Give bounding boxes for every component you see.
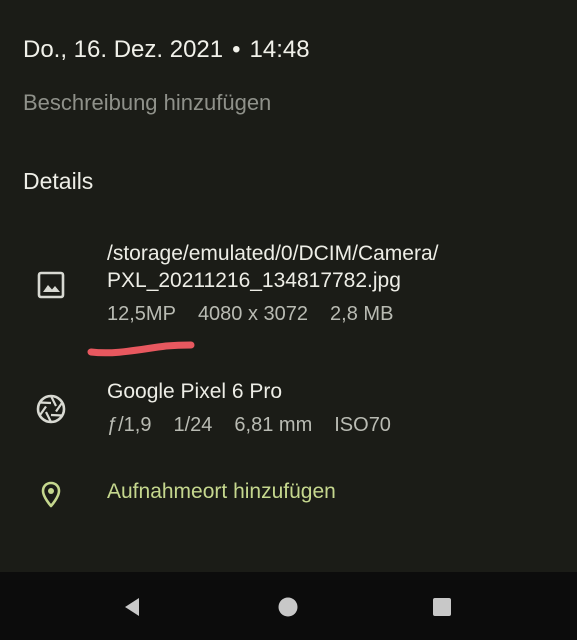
file-size: 2,8 MB — [330, 303, 394, 325]
add-location-link[interactable]: Aufnahmeort hinzufügen — [107, 480, 567, 504]
photo-time: 14:48 — [249, 36, 310, 63]
location-pin-icon — [34, 478, 68, 512]
details-heading: Details — [23, 168, 94, 194]
file-resolution: 4080 x 3072 — [197, 303, 309, 325]
file-path-line-1: /storage/emulated/0/DCIM/Camera/ — [107, 242, 439, 265]
recents-square-icon[interactable] — [427, 592, 457, 622]
red-annotation-underline — [86, 336, 198, 365]
file-info-row: /storage/emulated/0/DCIM/Camera/ PXL_202… — [0, 240, 577, 330]
home-circle-icon[interactable] — [273, 592, 303, 622]
file-megapixels: 12,5MP — [107, 303, 176, 325]
photo-date: Do., 16. Dez. 2021 — [23, 36, 224, 63]
aperture-icon — [34, 392, 68, 426]
exif-iso: ISO70 — [334, 414, 391, 436]
back-triangle-icon[interactable] — [118, 592, 148, 622]
exif-focal-length: 6,81 mm — [234, 414, 313, 436]
exif-shutter: 1/24 — [173, 414, 213, 436]
camera-info-row: Google Pixel 6 Pro ƒ/1,9 1/24 6,81 mm ISO70 — [0, 378, 577, 440]
add-location-row[interactable]: Aufnahmeort hinzufügen — [0, 476, 577, 516]
image-icon — [34, 268, 68, 302]
camera-exif: ƒ/1,9 1/24 6,81 mm ISO70 — [107, 412, 567, 438]
file-path-line-2: PXL_20211216_134817782.jpg — [107, 269, 401, 292]
photo-details-panel: Do., 16. Dez. 2021 • 14:48 Beschreibung hi… — [0, 0, 577, 572]
date-time-row: Do., 16. Dez. 2021 • 14:48 — [23, 36, 310, 64]
system-navigation-bar — [0, 572, 577, 640]
camera-model: Google Pixel 6 Pro — [107, 380, 283, 403]
exif-aperture: ƒ/1,9 — [107, 414, 152, 436]
description-input[interactable]: Beschreibung hinzufügen — [23, 90, 271, 116]
date-time-separator: • — [232, 36, 241, 63]
file-specs: 12,5MP 4080 x 3072 2,8 MB — [107, 301, 567, 327]
